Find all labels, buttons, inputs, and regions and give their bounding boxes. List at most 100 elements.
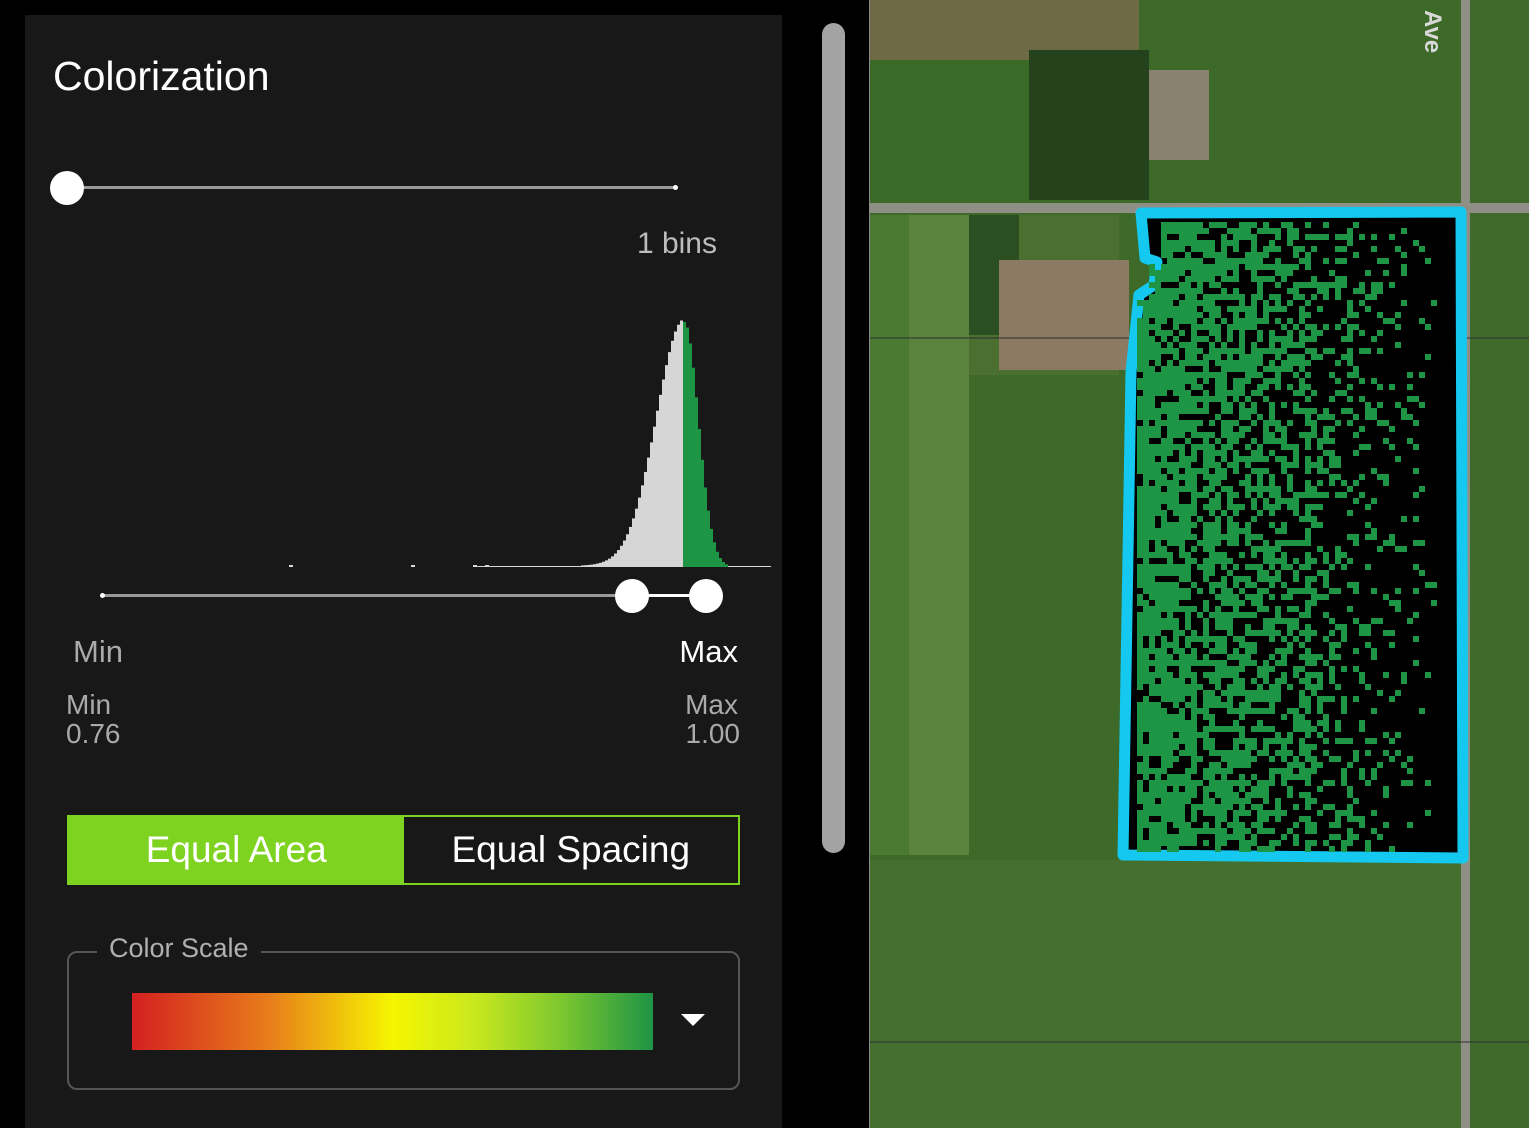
field-pixel [1269, 306, 1275, 312]
field-pixel [1329, 630, 1335, 636]
field-pixel [1197, 660, 1203, 666]
field-pixel [1311, 672, 1317, 678]
field-pixel [1161, 756, 1167, 762]
range-max-handle[interactable] [689, 579, 723, 613]
field-pixel [1203, 606, 1209, 612]
field-pixel [1185, 402, 1191, 408]
field-pixel [1287, 228, 1293, 234]
field-pixel [1245, 612, 1251, 618]
equal-area-button[interactable]: Equal Area [69, 817, 404, 883]
field-pixel [1323, 222, 1329, 228]
field-pixel [1299, 720, 1305, 726]
field-pixel [1143, 840, 1149, 846]
field-pixel [1395, 312, 1401, 318]
field-pixel [1203, 408, 1209, 414]
histogram-bar [722, 561, 725, 567]
field-pixel [1161, 348, 1167, 354]
field-pixel [1167, 570, 1173, 576]
equal-spacing-button[interactable]: Equal Spacing [404, 817, 739, 883]
field-pixel [1149, 678, 1155, 684]
field-pixel [1191, 558, 1197, 564]
bins-slider-handle[interactable] [50, 171, 84, 205]
field-pixel [1203, 570, 1209, 576]
field-pixel [1179, 774, 1185, 780]
field-pixel [1185, 534, 1191, 540]
field-pixel [1227, 696, 1233, 702]
field-pixel [1155, 618, 1161, 624]
field-pixel [1143, 528, 1149, 534]
field-pixel [1317, 456, 1323, 462]
color-scale-select[interactable]: Color Scale [67, 933, 740, 1090]
field-pixel [1143, 354, 1149, 360]
field-pixel [1179, 306, 1185, 312]
field-pixel [1419, 318, 1425, 324]
field-pixel [1281, 528, 1287, 534]
field-pixel [1167, 450, 1173, 456]
field-pixel [1233, 762, 1239, 768]
field-pixel [1209, 720, 1215, 726]
field-pixel [1281, 780, 1287, 786]
field-pixel [1383, 318, 1389, 324]
field-pixel [1167, 426, 1173, 432]
field-pixel [1275, 630, 1281, 636]
field-pixel [1185, 726, 1191, 732]
field-pixel [1143, 336, 1149, 342]
satellite-map[interactable]: Ave [869, 0, 1529, 1128]
field-pixel [1137, 684, 1143, 690]
field-pixel [1299, 750, 1305, 756]
range-min-handle[interactable] [615, 579, 649, 613]
field-pixel [1143, 672, 1149, 678]
field-pixel [1209, 462, 1215, 468]
field-pixel [1341, 282, 1347, 288]
field-pixel [1353, 450, 1359, 456]
field-pixel [1185, 378, 1191, 384]
field-pixel [1149, 354, 1155, 360]
field-pixel [1149, 660, 1155, 666]
field-pixel [1209, 774, 1215, 780]
field-pixel [1341, 564, 1347, 570]
field-pixel [1269, 564, 1275, 570]
field-pixel [1251, 234, 1257, 240]
field-pixel [1305, 816, 1311, 822]
field-pixel [1317, 468, 1323, 474]
field-pixel [1221, 702, 1227, 708]
field-pixel [1239, 378, 1245, 384]
field-pixel [1383, 786, 1389, 792]
field-pixel [1269, 582, 1275, 588]
field-pixel [1275, 690, 1281, 696]
field-pixel [1137, 552, 1143, 558]
field-pixel [1329, 666, 1335, 672]
field-pixel [1407, 756, 1413, 762]
field-pixel [1245, 264, 1251, 270]
field-pixel [1203, 708, 1209, 714]
field-pixel [1287, 300, 1293, 306]
field-pixel [1149, 456, 1155, 462]
field-pixel [1155, 312, 1161, 318]
field-pixel [1251, 546, 1257, 552]
field-pixel [1167, 726, 1173, 732]
field-pixel [1167, 612, 1173, 618]
field-pixel [1179, 390, 1185, 396]
field-pixel [1245, 354, 1251, 360]
field-pixel [1245, 630, 1251, 636]
field-pixel [1221, 804, 1227, 810]
field-pixel [1155, 468, 1161, 474]
field-pixel [1287, 648, 1293, 654]
field-pixel [1185, 348, 1191, 354]
field-pixel [1215, 222, 1221, 228]
field-pixel [1155, 588, 1161, 594]
chevron-down-icon[interactable] [681, 1014, 705, 1026]
bins-slider-track[interactable] [67, 186, 677, 189]
field-pixel [1209, 534, 1215, 540]
field-pixel [1179, 816, 1185, 822]
field-pixel [1173, 624, 1179, 630]
field-pixel [1167, 342, 1173, 348]
field-pixel [1335, 462, 1341, 468]
field-pixel [1167, 534, 1173, 540]
panel-scrollbar[interactable] [822, 23, 845, 853]
field-pixel [1239, 684, 1245, 690]
field-pixel [1143, 756, 1149, 762]
histogram-bar [707, 510, 710, 567]
field-pixel [1203, 366, 1209, 372]
field-pixel [1251, 690, 1257, 696]
